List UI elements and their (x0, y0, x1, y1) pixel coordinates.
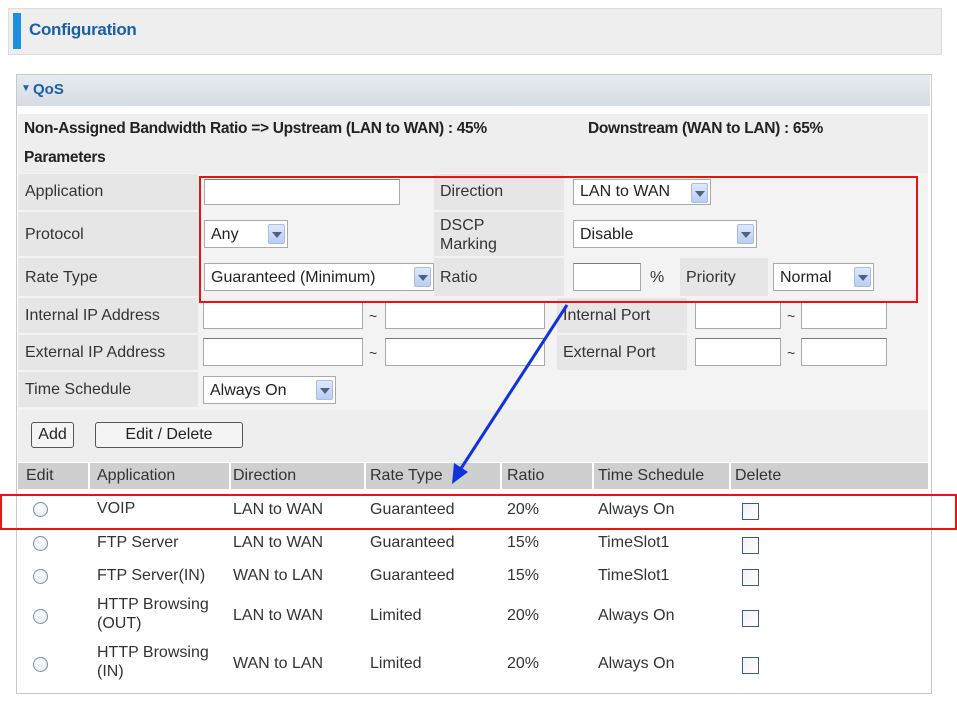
arrow-line (458, 304, 569, 471)
arrow-head-icon (452, 463, 468, 484)
pointer-arrow (452, 304, 569, 484)
